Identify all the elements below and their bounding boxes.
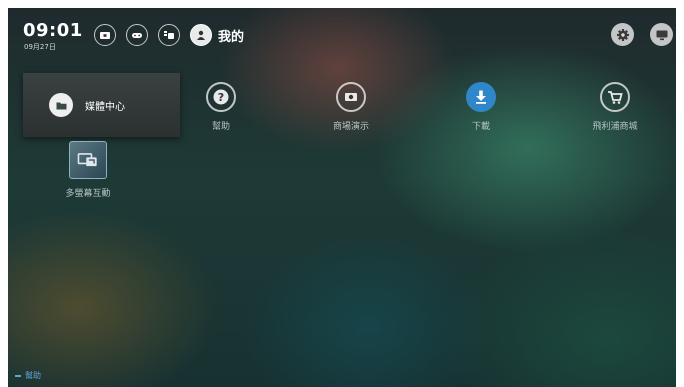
download-icon [466, 82, 496, 112]
cart-icon [600, 82, 630, 112]
tile-help-label: 幫助 [211, 122, 230, 132]
help-icon: ? [206, 82, 236, 112]
tv-icon[interactable] [94, 24, 116, 46]
tile-philips-store-label: 飛利浦商城 [592, 122, 638, 132]
app-multiscreen[interactable]: 多螢幕互動 [56, 141, 120, 199]
app-multiscreen-label: 多螢幕互動 [65, 189, 111, 199]
user-icon[interactable] [190, 24, 212, 46]
monitor-icon[interactable] [650, 23, 673, 46]
clock-date: 09月27日 [24, 43, 56, 51]
footer-help-label: 幫助 [25, 371, 41, 380]
gear-icon[interactable] [611, 23, 634, 46]
tv-home-screen: 09:01 09月27日 我的 媒體中心 ? 幫助 商場演示 下載 飛利浦商城 … [8, 8, 676, 387]
tile-store-demo[interactable]: 商場演示 [321, 82, 381, 132]
tile-media-center-label: 媒體中心 [85, 101, 125, 113]
tile-store-demo-label: 商場演示 [332, 122, 369, 132]
footer-help-hint[interactable]: 幫助 [15, 370, 41, 381]
tile-philips-store[interactable]: 飛利浦商城 [580, 82, 650, 132]
gamepad-icon[interactable] [126, 24, 148, 46]
tab-my[interactable]: 我的 [218, 26, 244, 45]
tile-help[interactable]: ? 幫助 [191, 82, 251, 132]
video-icon [336, 82, 366, 112]
multiscreen-icon [69, 141, 107, 179]
help-key-indicator [15, 374, 21, 377]
clock-time: 09:01 [23, 20, 83, 41]
tile-download[interactable]: 下載 [451, 82, 511, 132]
top-nav: 我的 [94, 24, 244, 46]
folder-icon [49, 93, 73, 117]
tile-download-label: 下載 [471, 122, 490, 132]
apps-icon[interactable] [158, 24, 180, 46]
tile-media-center[interactable]: 媒體中心 [23, 73, 180, 137]
svg-text:?: ? [218, 91, 224, 104]
